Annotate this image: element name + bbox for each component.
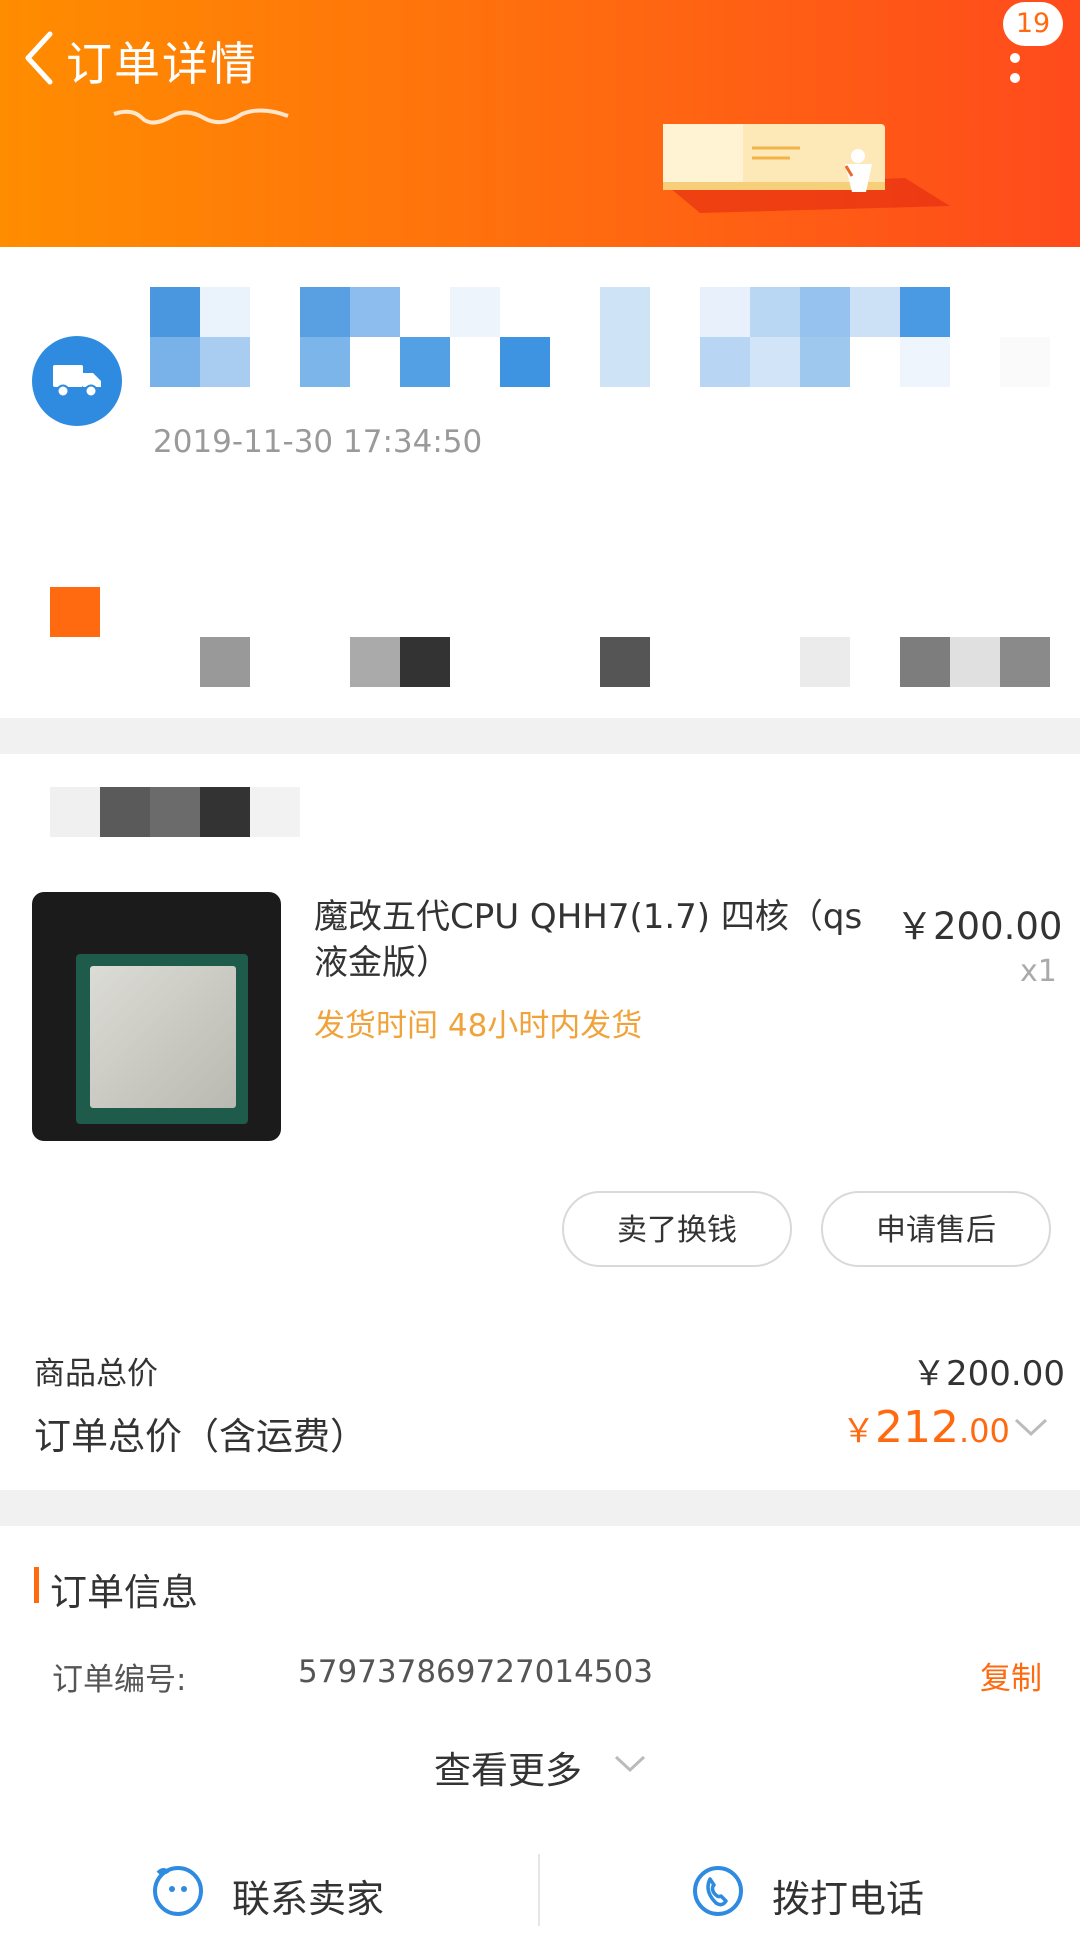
product-quantity: x1 bbox=[1020, 954, 1057, 989]
notification-badge: 19 bbox=[1003, 2, 1063, 46]
chat-bubble-icon[interactable] bbox=[150, 1863, 206, 1919]
mosaic-block bbox=[800, 287, 850, 337]
call-button[interactable]: 拨打电话 bbox=[772, 1868, 924, 1923]
header-banner: 订单详情 19 bbox=[0, 0, 1080, 247]
order-total-integer: 212 bbox=[875, 1402, 959, 1453]
phone-icon[interactable] bbox=[690, 1863, 746, 1919]
parcel-illustration bbox=[663, 124, 950, 213]
order-total-value[interactable]: ￥212.00 bbox=[842, 1402, 1010, 1453]
product-price: ￥200.00 bbox=[896, 905, 1063, 948]
mosaic-block bbox=[900, 637, 950, 687]
mosaic-block bbox=[800, 637, 850, 687]
location-pin-block bbox=[50, 587, 100, 637]
mosaic-block bbox=[150, 287, 200, 337]
mosaic-block bbox=[1000, 637, 1050, 687]
more-menu-icon[interactable] bbox=[985, 44, 1035, 92]
view-more-button[interactable]: 查看更多 bbox=[434, 1740, 582, 1794]
mosaic-block bbox=[500, 337, 550, 387]
shipping-time: 发货时间 48小时内发货 bbox=[314, 1008, 643, 1044]
product-image[interactable] bbox=[32, 892, 281, 1141]
mosaic-block bbox=[800, 337, 850, 387]
chevron-down-icon[interactable] bbox=[1012, 1414, 1050, 1440]
mosaic-block bbox=[950, 637, 1000, 687]
mosaic-block bbox=[750, 337, 800, 387]
goods-total-label: 商品总价 bbox=[34, 1356, 158, 1392]
section-accent-bar bbox=[34, 1567, 39, 1603]
chevron-down-icon[interactable] bbox=[612, 1752, 648, 1776]
mosaic-block bbox=[900, 287, 950, 337]
order-info-title: 订单信息 bbox=[50, 1571, 198, 1614]
mosaic-block bbox=[350, 287, 400, 337]
mosaic-block bbox=[350, 637, 400, 687]
mosaic-block bbox=[400, 337, 450, 387]
page-title: 订单详情 bbox=[66, 37, 258, 91]
order-number-label: 订单编号: bbox=[52, 1662, 187, 1698]
mosaic-block bbox=[1000, 337, 1050, 387]
back-arrow-icon[interactable] bbox=[20, 28, 60, 88]
order-total-label: 订单总价（含运费） bbox=[34, 1415, 367, 1458]
mosaic-block bbox=[200, 287, 250, 337]
mosaic-block bbox=[300, 287, 350, 337]
mosaic-block bbox=[100, 787, 150, 837]
currency-symbol: ￥ bbox=[842, 1411, 875, 1450]
mosaic-block bbox=[900, 337, 950, 387]
goods-total-value: ￥200.00 bbox=[912, 1354, 1065, 1394]
cpu-lid-shape bbox=[90, 966, 236, 1108]
order-number-value: 579737869727014503 bbox=[298, 1654, 654, 1690]
status-text-scribble bbox=[113, 108, 289, 125]
status-timestamp: 2019-11-30 17:34:50 bbox=[153, 424, 483, 460]
mosaic-block bbox=[300, 337, 350, 387]
mosaic-block bbox=[450, 287, 500, 337]
mosaic-block bbox=[200, 337, 250, 387]
mosaic-block bbox=[150, 337, 200, 387]
order-total-decimal: .00 bbox=[958, 1412, 1010, 1450]
mosaic-block bbox=[50, 787, 100, 837]
mosaic-block bbox=[150, 787, 200, 837]
mosaic-block bbox=[600, 287, 650, 387]
truck-icon bbox=[32, 336, 122, 426]
mosaic-block bbox=[700, 287, 750, 337]
mosaic-block bbox=[600, 637, 650, 687]
product-title[interactable]: 魔改五代CPU QHH7(1.7) 四核（qs液金版） bbox=[314, 894, 874, 986]
copy-button[interactable]: 复制 bbox=[980, 1653, 1042, 1698]
bottom-bar-divider bbox=[538, 1854, 540, 1926]
sell-button[interactable]: 卖了换钱 bbox=[562, 1191, 792, 1267]
mosaic-block bbox=[200, 637, 250, 687]
mosaic-block bbox=[700, 337, 750, 387]
mosaic-block bbox=[200, 787, 250, 837]
section-divider bbox=[0, 718, 1080, 754]
mosaic-block bbox=[850, 287, 900, 337]
mosaic-block bbox=[400, 637, 450, 687]
section-divider bbox=[0, 1490, 1080, 1526]
mosaic-block bbox=[750, 287, 800, 337]
after-sale-button[interactable]: 申请售后 bbox=[821, 1191, 1051, 1267]
contact-seller-button[interactable]: 联系卖家 bbox=[232, 1868, 384, 1923]
mosaic-block bbox=[250, 787, 300, 837]
